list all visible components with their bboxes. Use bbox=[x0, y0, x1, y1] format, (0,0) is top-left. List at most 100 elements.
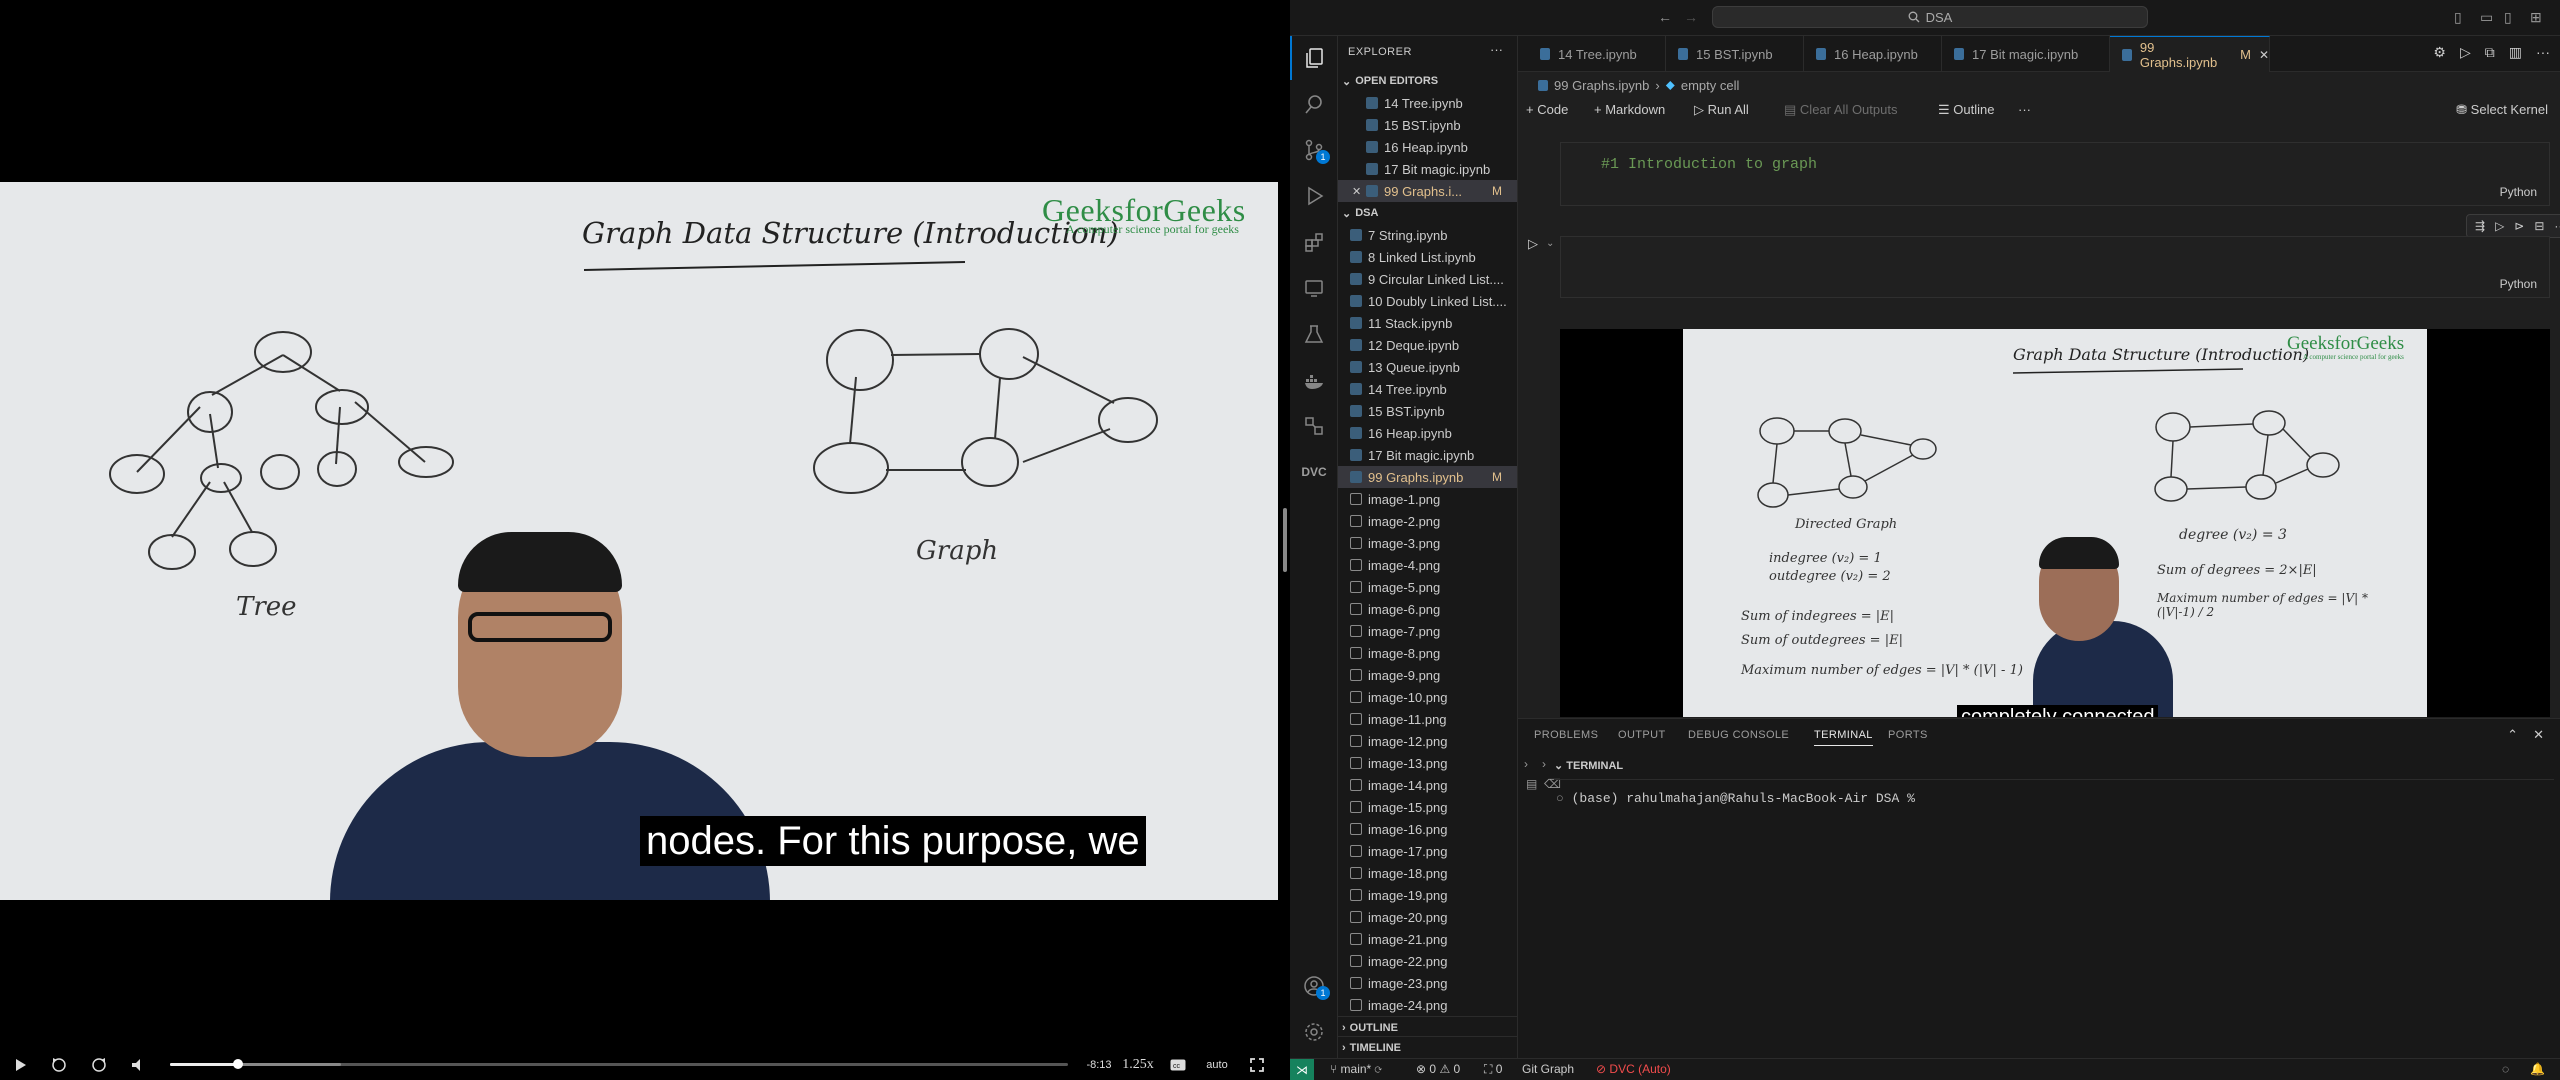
folder-section[interactable]: ⌄ DSA bbox=[1338, 202, 1517, 224]
open-editors-section[interactable]: ⌄ OPEN EDITORS bbox=[1338, 70, 1517, 92]
file-item[interactable]: image-4.png bbox=[1338, 554, 1517, 576]
execute-below-icon[interactable]: ⊳ bbox=[2514, 219, 2524, 233]
run-icon[interactable]: ▷ bbox=[2460, 44, 2471, 61]
markdown-cell-text[interactable]: #1 Introduction to graph bbox=[1601, 156, 1817, 173]
jupyter-button[interactable] bbox=[1290, 404, 1338, 448]
maximize-panel-icon[interactable]: ⌃ bbox=[2507, 727, 2518, 743]
file-item[interactable]: image-17.png bbox=[1338, 840, 1517, 862]
file-item[interactable]: image-14.png bbox=[1338, 774, 1517, 796]
file-item[interactable]: 17 Bit magic.ipynb bbox=[1338, 444, 1517, 466]
chevron-right-icon[interactable]: › bbox=[1524, 757, 1528, 771]
output-video-frame[interactable]: Graph Data Structure (Introduction) Geek… bbox=[1683, 329, 2427, 717]
panel-tab-output[interactable]: OUTPUT bbox=[1618, 729, 1666, 741]
extensions-button[interactable] bbox=[1290, 220, 1338, 264]
editor-tab[interactable]: 14 Tree.ipynb bbox=[1528, 36, 1666, 72]
run-all-button[interactable]: ▷ Run All bbox=[1694, 102, 1749, 118]
cell-language[interactable]: Python bbox=[2500, 185, 2537, 199]
nav-forward-icon[interactable]: → bbox=[1684, 9, 1698, 25]
testing-button[interactable] bbox=[1290, 312, 1338, 356]
file-item[interactable]: image-21.png bbox=[1338, 928, 1517, 950]
dvc-status[interactable]: ⊘ DVC (Auto) bbox=[1596, 1062, 1671, 1076]
rewind-button[interactable] bbox=[48, 1054, 70, 1076]
panel-tab-ports[interactable]: PORTS bbox=[1888, 729, 1928, 741]
file-item[interactable]: image-24.png bbox=[1338, 994, 1517, 1016]
remote-indicator[interactable]: ⋊ bbox=[1290, 1059, 1314, 1080]
file-item[interactable]: 9 Circular Linked List.... bbox=[1338, 268, 1517, 290]
open-editor-item[interactable]: 17 Bit magic.ipynb bbox=[1338, 158, 1517, 180]
fullscreen-button[interactable] bbox=[1246, 1054, 1268, 1076]
nav-back-icon[interactable]: ← bbox=[1658, 9, 1672, 25]
play-button[interactable] bbox=[10, 1054, 32, 1076]
panel-tab-debug-console[interactable]: DEBUG CONSOLE bbox=[1688, 729, 1789, 741]
run-by-line-icon[interactable]: ⇶ bbox=[2475, 219, 2485, 233]
editor-tab[interactable]: 99 Graphs.ipynb M ✕ bbox=[2110, 36, 2270, 72]
compare-icon[interactable]: ⧉ bbox=[2485, 44, 2495, 61]
file-item[interactable]: 11 Stack.ipynb bbox=[1338, 312, 1517, 334]
outline-section[interactable]: › OUTLINE bbox=[1338, 1016, 1517, 1038]
editor-tab[interactable]: 15 BST.ipynb bbox=[1666, 36, 1804, 72]
file-item[interactable]: image-16.png bbox=[1338, 818, 1517, 840]
branch-indicator[interactable]: ⑂ main* ⟳ bbox=[1330, 1062, 1382, 1076]
close-icon[interactable]: ✕ bbox=[1352, 185, 1361, 198]
file-item[interactable]: 14 Tree.ipynb bbox=[1338, 378, 1517, 400]
cell-language[interactable]: Python bbox=[2500, 277, 2537, 291]
open-editor-item[interactable]: ✕ 99 Graphs.i... M bbox=[1338, 180, 1517, 202]
notifications-icon[interactable]: 🔔 bbox=[2530, 1062, 2545, 1076]
run-cell-icon[interactable]: ▷ bbox=[1528, 236, 1538, 252]
open-editor-item[interactable]: 15 BST.ipynb bbox=[1338, 114, 1517, 136]
file-item[interactable]: 12 Deque.ipynb bbox=[1338, 334, 1517, 356]
outline-button[interactable]: ☰ Outline bbox=[1938, 102, 1994, 118]
file-item[interactable]: image-1.png bbox=[1338, 488, 1517, 510]
file-item[interactable]: 15 BST.ipynb bbox=[1338, 400, 1517, 422]
breadcrumb-file[interactable]: 99 Graphs.ipynb bbox=[1554, 78, 1649, 93]
file-item[interactable]: image-19.png bbox=[1338, 884, 1517, 906]
file-item[interactable]: 7 String.ipynb bbox=[1338, 224, 1517, 246]
command-center[interactable]: DSA bbox=[1712, 6, 2148, 28]
problems-indicator[interactable]: ⊗ 0 ⚠ 0 bbox=[1416, 1062, 1460, 1076]
file-item[interactable]: image-23.png bbox=[1338, 972, 1517, 994]
breadcrumb-cell[interactable]: empty cell bbox=[1681, 78, 1740, 93]
file-item[interactable]: 8 Linked List.ipynb bbox=[1338, 246, 1517, 268]
split-editor-icon[interactable]: ▥ bbox=[2509, 44, 2522, 61]
open-editor-item[interactable]: 16 Heap.ipynb bbox=[1338, 136, 1517, 158]
docker-button[interactable] bbox=[1290, 358, 1338, 402]
source-control-button[interactable]: 1 bbox=[1290, 128, 1338, 172]
video-frame[interactable]: Graph Data Structure (Introduction) Geek… bbox=[0, 182, 1278, 900]
editor-tab[interactable]: 16 Heap.ipynb bbox=[1804, 36, 1942, 72]
select-kernel-button[interactable]: ⛃ Select Kernel bbox=[2456, 102, 2548, 118]
split-cell-icon[interactable]: ⊟ bbox=[2534, 219, 2544, 233]
cell-more-icon[interactable]: ··· bbox=[2554, 219, 2560, 233]
explorer-button[interactable] bbox=[1290, 36, 1338, 80]
settings-gear-icon[interactable]: ⚙ bbox=[2433, 44, 2446, 61]
timeline-section[interactable]: › TIMELINE bbox=[1338, 1036, 1517, 1058]
file-item[interactable]: image-20.png bbox=[1338, 906, 1517, 928]
dvc-button[interactable]: DVC bbox=[1290, 450, 1338, 494]
volume-button[interactable] bbox=[128, 1054, 150, 1076]
file-item[interactable]: image-3.png bbox=[1338, 532, 1517, 554]
terminal-title[interactable]: ⌄ TERMINAL bbox=[1554, 759, 1623, 772]
ports-indicator[interactable]: ⛶ 0 bbox=[1484, 1062, 1502, 1077]
close-tab-icon[interactable]: ✕ bbox=[2259, 48, 2269, 62]
editor-tab[interactable]: 17 Bit magic.ipynb bbox=[1942, 36, 2110, 72]
run-cell-dropdown-icon[interactable]: ⌄ bbox=[1546, 238, 1554, 249]
terminal-output[interactable]: ○ (base) rahulmahajan@Rahuls-MacBook-Air… bbox=[1556, 791, 1915, 806]
add-code-button[interactable]: + Code bbox=[1526, 102, 1568, 117]
file-item[interactable]: image-8.png bbox=[1338, 642, 1517, 664]
more-actions-icon[interactable]: ··· bbox=[2536, 44, 2550, 61]
file-item[interactable]: image-13.png bbox=[1338, 752, 1517, 774]
file-item[interactable]: 99 Graphs.ipynb M bbox=[1338, 466, 1517, 488]
close-panel-icon[interactable]: ✕ bbox=[2533, 727, 2544, 743]
file-item[interactable]: image-22.png bbox=[1338, 950, 1517, 972]
file-item[interactable]: image-7.png bbox=[1338, 620, 1517, 642]
markdown-cell[interactable]: #1 Introduction to graph Python bbox=[1560, 142, 2550, 206]
git-graph-button[interactable]: Git Graph bbox=[1522, 1062, 1574, 1076]
add-markdown-button[interactable]: + Markdown bbox=[1594, 102, 1665, 117]
file-item[interactable]: image-6.png bbox=[1338, 598, 1517, 620]
chevron-right-icon[interactable]: › bbox=[1542, 757, 1546, 771]
terminal-split-icon[interactable]: ▤ bbox=[1526, 777, 1537, 791]
open-editor-item[interactable]: 14 Tree.ipynb bbox=[1338, 92, 1517, 114]
file-item[interactable]: 13 Queue.ipynb bbox=[1338, 356, 1517, 378]
toggle-secondary-sidebar-icon[interactable]: ▯ bbox=[2504, 9, 2512, 26]
remote-explorer-button[interactable] bbox=[1290, 266, 1338, 310]
toolbar-more-icon[interactable]: ··· bbox=[2018, 102, 2031, 117]
